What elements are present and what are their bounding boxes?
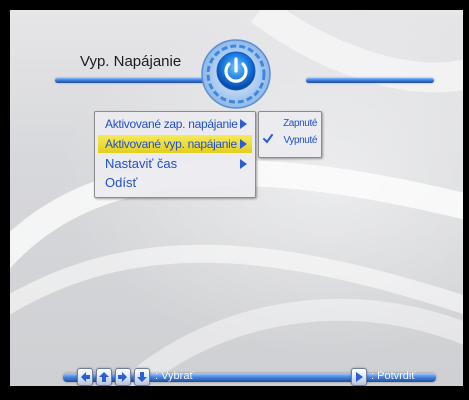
confirm-hint: : Potvrdiť [371,370,416,382]
submenu-option-off[interactable]: Vypnuté [283,135,317,146]
menu-item-activated-power-off[interactable]: Aktivované vyp. napájanie [98,135,252,153]
menu-item-label: Aktivované vyp. napájanie [105,137,237,151]
power-icon [201,39,271,109]
submenu-option-on[interactable]: Zapnuté [283,118,317,129]
power-off-menu: Aktivované zap. napájanie Aktivované vyp… [94,111,256,198]
tv-frame: Vyp. Napájanie Aktivované zap. napájanie… [0,0,469,400]
menu-item-set-time[interactable]: Nastaviť čas [98,155,252,173]
header-line-right [306,78,434,83]
submenu-arrow-icon [240,139,247,149]
page-title: Vyp. Napájanie [80,53,182,70]
header-line-left [55,78,215,83]
menu-item-label: Nastaviť čas [105,156,178,171]
select-hint: : Vybrať [155,370,194,382]
checkmark-icon [263,134,273,144]
play-right-icon [351,368,367,386]
down-arrow-icon [134,368,150,386]
submenu-panel: Zapnuté Vypnuté [258,111,322,158]
osd-screen: Vyp. Napájanie Aktivované zap. napájanie… [10,10,463,386]
menu-item-label: Odísť [105,175,138,190]
submenu-arrow-icon [240,119,247,129]
menu-item-label: Aktivované zap. napájanie [105,117,238,131]
left-arrow-icon [77,368,93,386]
submenu-arrow-icon [240,159,247,169]
right-arrow-icon [115,368,131,386]
menu-item-activated-power-on[interactable]: Aktivované zap. napájanie [98,115,252,133]
up-arrow-icon [96,368,112,386]
footer-help-bar: : Vybrať : Potvrdiť [63,365,443,386]
menu-item-exit[interactable]: Odísť [98,174,252,192]
